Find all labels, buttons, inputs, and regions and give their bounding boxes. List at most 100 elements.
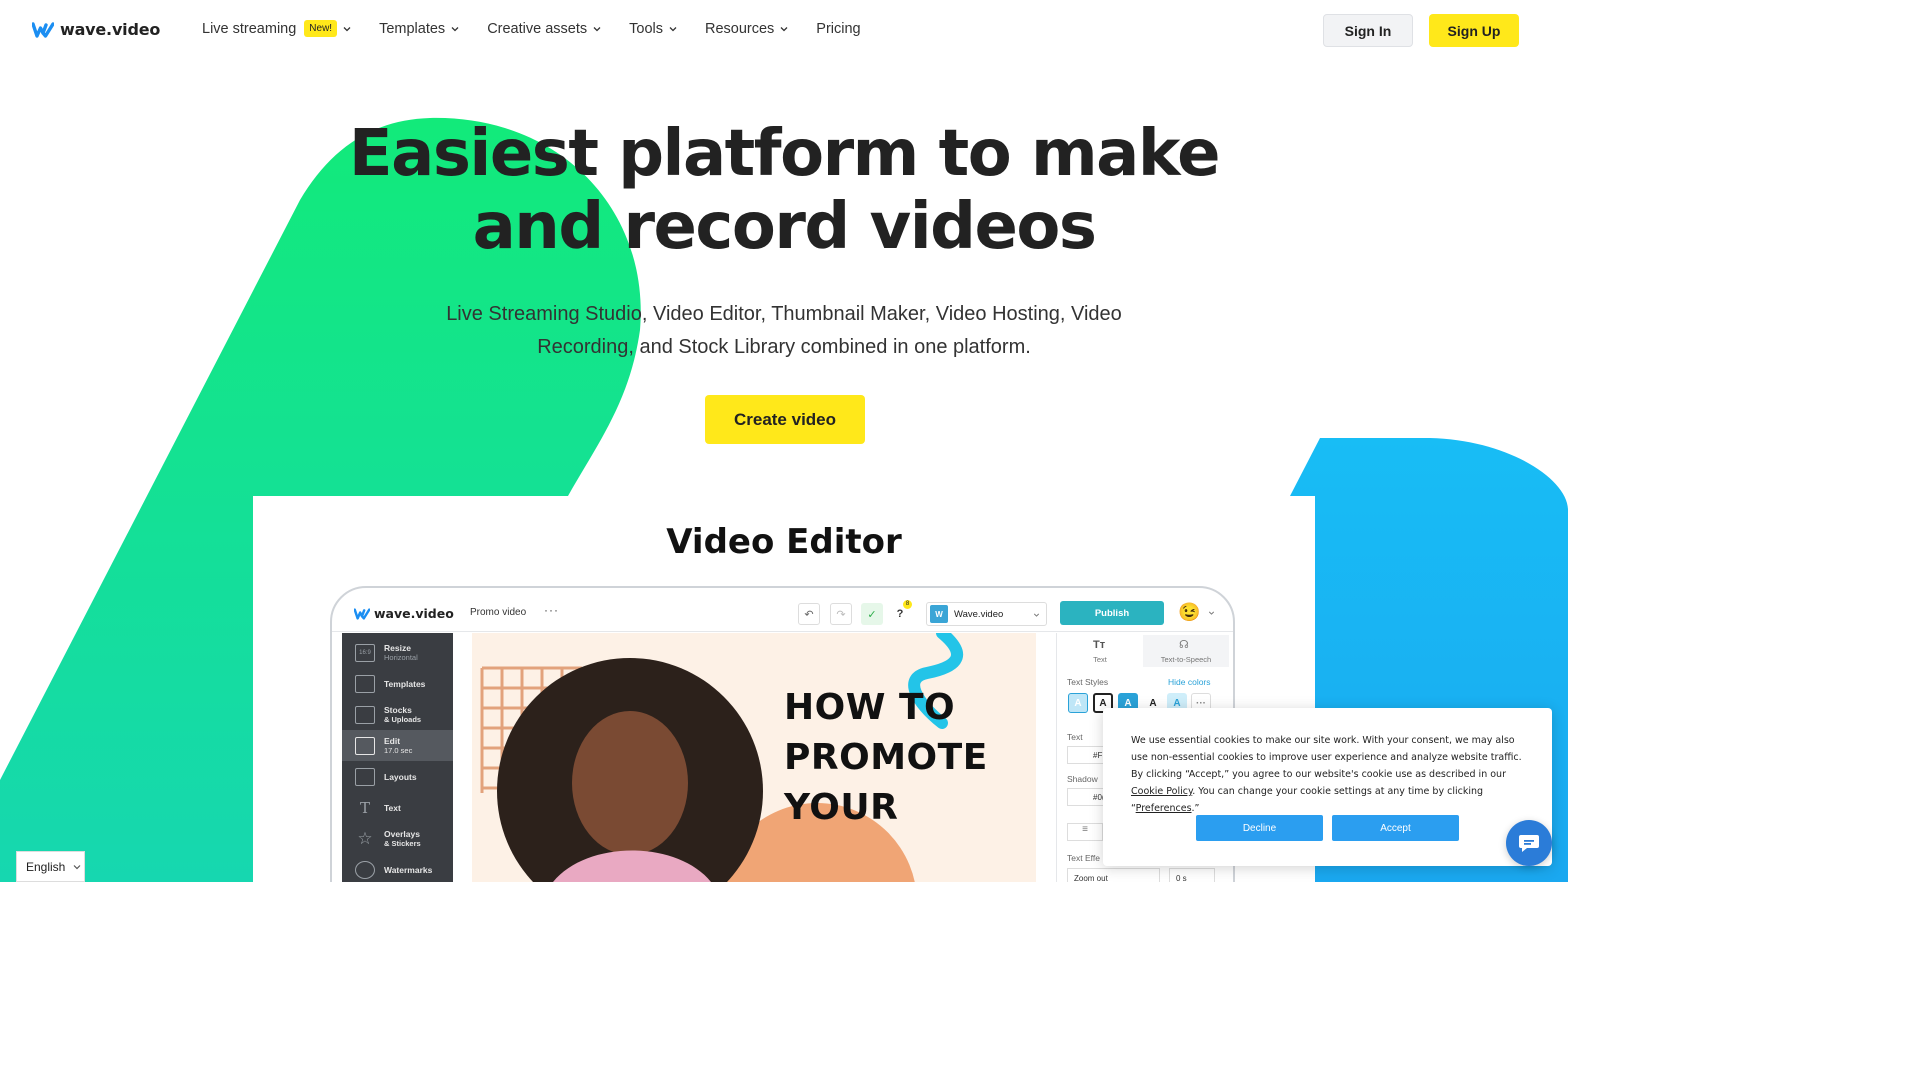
tab-text-to-speech: ☊ Text-to-Speech (1143, 635, 1229, 667)
cookie-policy-link[interactable]: Cookie Policy (1131, 786, 1192, 797)
chevron-down-icon (593, 26, 601, 31)
sidebar-label: Watermarks (384, 864, 433, 875)
language-value: English (26, 859, 66, 874)
site-logo[interactable]: wave.video (32, 20, 160, 39)
chevron-down-icon (1033, 613, 1040, 617)
tab-text: Tт Text (1057, 635, 1143, 667)
sidebar-item-watermarks: Watermarks (342, 854, 453, 882)
nav-creative-assets[interactable]: Creative assets (487, 21, 601, 37)
sidebar-item-overlays: ☆ Overlays & Stickers (342, 823, 453, 854)
main-nav: Live streaming New! Templates Creative a… (202, 20, 889, 37)
notification-badge: 8 (903, 600, 912, 609)
saved-check-icon: ✓ (861, 603, 883, 625)
avatar-emoji-icon: 😉 (1178, 602, 1201, 622)
editor-logo-text: wave.video (374, 606, 454, 621)
sidebar-item-resize: 16:9 Resize Horizontal (342, 637, 453, 668)
text-effect-label: Text Effe (1067, 853, 1100, 863)
chevron-down-icon (669, 26, 677, 31)
sidebar-label: Layouts (384, 771, 417, 782)
star-icon: ☆ (357, 828, 373, 848)
nav-pricing[interactable]: Pricing (816, 21, 860, 37)
sidebar-label: Overlays (384, 828, 420, 839)
cookie-text: .” (1191, 803, 1200, 814)
hero-title: Easiest platform to make and record vide… (284, 118, 1284, 264)
speech-icon: ☊ (1179, 639, 1189, 651)
sidebar-label: Edit (384, 735, 401, 746)
nav-label: Pricing (816, 20, 861, 37)
chevron-down-icon (1208, 611, 1215, 615)
canvas-headline: HOW TO PROMOTE YOUR (784, 683, 988, 833)
text-color-field: #FI (1067, 746, 1105, 764)
hide-colors-link: Hide colors (1168, 677, 1211, 687)
nav-label: Creative assets (487, 20, 588, 37)
logo-text: wave.video (60, 20, 161, 39)
hero-title-line-1: Easiest platform to make (348, 117, 1221, 191)
sidebar-sub: Horizontal (384, 652, 418, 662)
sidebar-item-edit: Edit 17.0 sec (342, 730, 453, 761)
nav-live-streaming[interactable]: Live streaming New! (202, 20, 351, 37)
project-name: Promo video (470, 607, 527, 618)
sign-up-button[interactable]: Sign Up (1429, 14, 1519, 47)
cookie-text: We use essential cookies to make our sit… (1131, 735, 1522, 780)
layouts-icon (355, 767, 375, 786)
canvas-line: PROMOTE (784, 737, 988, 778)
nav-resources[interactable]: Resources (705, 21, 788, 37)
sidebar-label: Templates (384, 678, 426, 689)
sidebar-item-layouts: Layouts (342, 761, 453, 792)
chat-button[interactable] (1506, 820, 1552, 866)
effect-select: Zoom out (1067, 868, 1160, 882)
sidebar-label: Resize (384, 642, 411, 653)
align-left-icon: ≡ (1067, 823, 1103, 841)
canvas-line: HOW TO (784, 687, 956, 728)
text-color-label: Text (1067, 732, 1083, 742)
cookie-message: We use essential cookies to make our sit… (1131, 732, 1526, 817)
hero-subtitle-line-2: Recording, and Stock Library combined in… (537, 336, 1031, 358)
hero-title-line-2: and record videos (472, 190, 1097, 264)
chevron-down-icon (780, 26, 788, 31)
accept-button[interactable]: Accept (1332, 815, 1459, 841)
preferences-link[interactable]: Preferences (1136, 803, 1192, 814)
chevron-down-icon (73, 864, 81, 869)
site-header: wave.video Live streaming New! Templates… (0, 0, 1568, 62)
sidebar-sub: 17.0 sec (384, 745, 413, 755)
redo-icon: ↷ (830, 603, 852, 625)
text-icon: T (359, 798, 370, 817)
nav-label: Tools (629, 20, 663, 37)
publish-button: Publish (1060, 601, 1164, 625)
nav-tools[interactable]: Tools (629, 21, 677, 37)
decline-button[interactable]: Decline (1196, 815, 1323, 841)
nav-label: Live streaming (202, 20, 297, 37)
nav-templates[interactable]: Templates (379, 21, 459, 37)
clapper-icon (355, 736, 375, 755)
editor-logo: wave.video (354, 606, 454, 621)
create-video-button[interactable]: Create video (705, 395, 865, 444)
video-canvas: HOW TO PROMOTE YOUR (472, 633, 1036, 882)
more-options-icon: ··· (544, 603, 559, 617)
page: wave.video Live streaming New! Templates… (0, 0, 1568, 882)
sign-in-button[interactable]: Sign In (1323, 14, 1413, 47)
canvas-line: YOUR (784, 787, 899, 828)
wave-logo-icon (354, 607, 370, 620)
templates-icon (355, 674, 375, 693)
watermark-icon (355, 860, 375, 879)
duration-select: 0 s (1169, 868, 1215, 882)
language-select[interactable]: English (16, 851, 85, 882)
shadow-label: Shadow (1067, 774, 1098, 784)
tab-label: Text-to-Speech (1160, 655, 1212, 664)
sidebar-item-stocks: Stocks & Uploads (342, 699, 453, 730)
undo-icon: ↶ (798, 603, 820, 625)
sidebar-label: Stocks (384, 704, 412, 715)
chevron-down-icon (343, 26, 351, 31)
brand-badge: W (930, 605, 948, 623)
sidebar-sub: & Stickers (384, 838, 421, 848)
editor-sidebar: 16:9 Resize Horizontal Templates Stocks & … (342, 633, 453, 882)
chat-icon (1519, 835, 1539, 852)
style-swatch-1: A (1068, 693, 1088, 713)
shadow-color-field: #0( (1067, 788, 1105, 806)
wave-logo-icon (32, 21, 54, 38)
hero-subtitle: Live Streaming Studio, Video Editor, Thu… (384, 298, 1184, 364)
brand-select: W Wave.video (926, 602, 1047, 626)
text-styles-label: Text Styles (1067, 677, 1109, 687)
nav-label: Templates (379, 20, 446, 37)
editor-toolbar: wave.video Promo video ··· ↶ ↷ ✓ ? 8 W W… (332, 588, 1233, 632)
